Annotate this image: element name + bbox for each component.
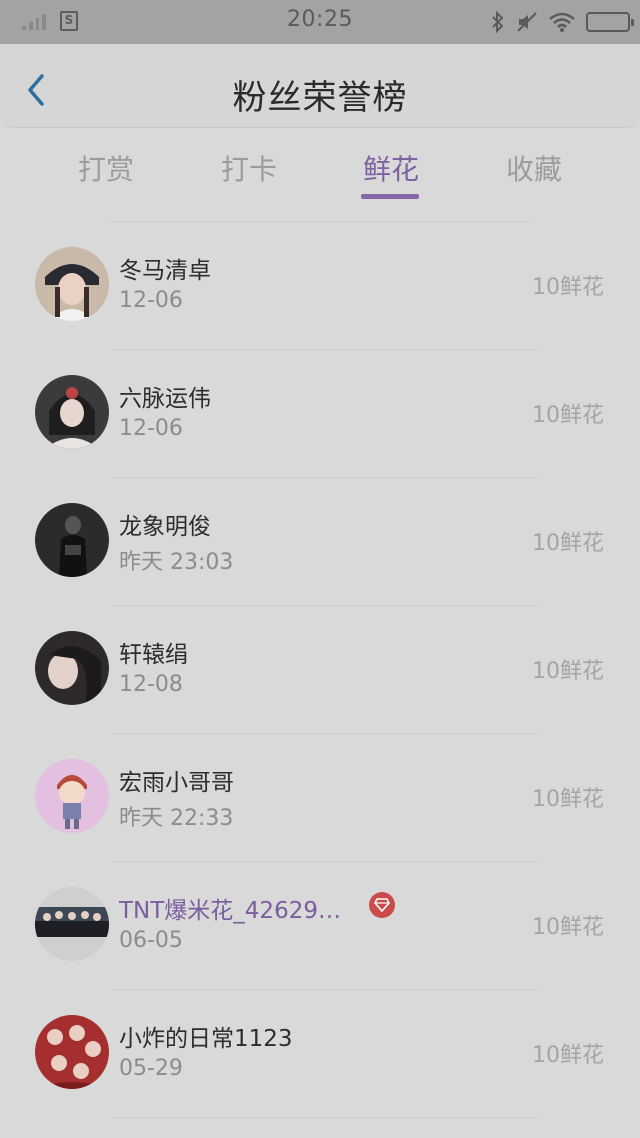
fan-date: 12-06 bbox=[119, 416, 183, 441]
diamond-icon bbox=[374, 898, 390, 912]
header: 粉丝荣誉榜 bbox=[0, 44, 640, 128]
row-divider bbox=[112, 1117, 540, 1118]
wifi-icon bbox=[548, 11, 576, 33]
tab-checkin[interactable]: 打卡 bbox=[189, 148, 309, 188]
fan-date: 昨天 23:03 bbox=[119, 550, 234, 575]
avatar[interactable] bbox=[35, 375, 109, 449]
list-item[interactable]: 宏雨小哥哥 昨天 22:33 10鲜花 bbox=[0, 734, 640, 862]
status-bar: S 20:25 bbox=[0, 0, 640, 44]
fan-date: 12-06 bbox=[119, 288, 183, 313]
avatar[interactable] bbox=[35, 503, 109, 577]
fan-name: 龙象明俊 bbox=[119, 514, 211, 540]
fan-name: 轩辕绢 bbox=[119, 642, 188, 668]
fan-name: TNT爆米花_42629… bbox=[119, 898, 341, 924]
fan-name: 冬马清卓 bbox=[119, 258, 211, 284]
tab-favorites[interactable]: 收藏 bbox=[474, 148, 594, 188]
flower-count: 10鲜花 bbox=[532, 1043, 604, 1068]
tab-reward[interactable]: 打赏 bbox=[46, 148, 166, 188]
list-item[interactable]: 轩辕绢 12-08 10鲜花 bbox=[0, 606, 640, 734]
fan-date: 昨天 22:33 bbox=[119, 806, 234, 831]
flower-count: 10鲜花 bbox=[532, 915, 604, 940]
fan-name: 六脉运伟 bbox=[119, 386, 211, 412]
active-tab-indicator bbox=[361, 194, 419, 199]
fan-date: 12-08 bbox=[119, 672, 183, 697]
vip-badge bbox=[369, 892, 395, 918]
flower-count: 10鲜花 bbox=[532, 275, 604, 300]
list-item[interactable]: TNT爆米花_42629… 06-05 10鲜花 bbox=[0, 862, 640, 990]
bluetooth-icon bbox=[490, 11, 506, 33]
status-icons bbox=[490, 10, 634, 34]
list-item[interactable]: 六脉运伟 12-06 10鲜花 bbox=[0, 350, 640, 478]
list-item[interactable]: 小炸的日常1123 05-29 10鲜花 bbox=[0, 990, 640, 1118]
avatar[interactable] bbox=[35, 247, 109, 321]
avatar[interactable] bbox=[35, 631, 109, 705]
list-item[interactable]: 龙象明俊 昨天 23:03 10鲜花 bbox=[0, 478, 640, 606]
avatar[interactable] bbox=[35, 1015, 109, 1089]
page-title: 粉丝荣誉榜 bbox=[232, 78, 408, 118]
flower-count: 10鲜花 bbox=[532, 403, 604, 428]
fan-name: 小炸的日常1123 bbox=[119, 1026, 293, 1052]
fan-date: 06-05 bbox=[119, 928, 183, 953]
tab-bar: 打赏 打卡 鲜花 收藏 bbox=[0, 128, 640, 222]
list-item[interactable]: 冬马清卓 12-06 10鲜花 bbox=[0, 222, 640, 350]
mute-icon bbox=[516, 11, 538, 33]
fan-name: 宏雨小哥哥 bbox=[119, 770, 234, 796]
battery-icon bbox=[586, 12, 634, 32]
flower-count: 10鲜花 bbox=[532, 531, 604, 556]
flower-count: 10鲜花 bbox=[532, 659, 604, 684]
flower-count: 10鲜花 bbox=[532, 787, 604, 812]
avatar[interactable] bbox=[35, 759, 109, 833]
fan-date: 05-29 bbox=[119, 1056, 183, 1081]
avatar[interactable] bbox=[35, 887, 109, 961]
tab-flowers[interactable]: 鲜花 bbox=[331, 148, 451, 188]
